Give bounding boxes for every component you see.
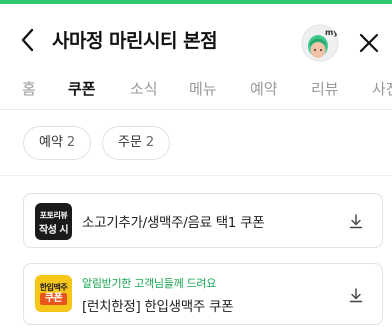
- coupon-title: [런치한정] 한입생맥주 쿠폰: [82, 299, 234, 315]
- header: 사마정 마린시티 본점 my: [0, 4, 392, 70]
- filter-chip-label: 주문: [118, 135, 142, 150]
- coupon-thumbnail: 포토리뷰 작성 시: [35, 203, 72, 240]
- tab-reservation[interactable]: 예약: [250, 78, 278, 99]
- tab-photo[interactable]: 사진: [372, 78, 392, 99]
- coupon-card[interactable]: 포토리뷰 작성 시 소고기추가/생맥주/음료 택1 쿠폰: [23, 193, 383, 248]
- coupon-thumbnail-text: 쿠폰: [40, 293, 67, 305]
- avatar[interactable]: my: [301, 24, 339, 62]
- tab-coupon[interactable]: 쿠폰: [68, 78, 96, 99]
- coupon-thumbnail: 한입맥주 쿠폰: [35, 275, 72, 312]
- coupon-subtitle: 알림받기한 고객님들께 드려요: [82, 277, 217, 290]
- coupon-card[interactable]: 한입맥주 쿠폰 알림받기한 고객님들께 드려요 [런치한정] 한입생맥주 쿠폰: [23, 263, 383, 325]
- filter-chip-count: 2: [145, 135, 155, 150]
- tab-news[interactable]: 소식: [130, 78, 158, 99]
- coupon-title: 소고기추가/생맥주/음료 택1 쿠폰: [82, 215, 265, 231]
- filter-chip-order[interactable]: 주문 2: [102, 126, 171, 160]
- page-title: 사마정 마린시티 본점: [52, 30, 218, 52]
- tab-review[interactable]: 리뷰: [311, 78, 339, 99]
- filter-chip-reservation[interactable]: 예약 2: [23, 126, 92, 160]
- coupon-thumbnail-text: 한입맥주: [39, 283, 68, 292]
- tab-menu[interactable]: 메뉴: [189, 78, 217, 99]
- coupon-thumbnail-text: 포토리뷰: [39, 211, 68, 220]
- coupon-thumbnail-text: 작성 시: [38, 225, 69, 236]
- filter-chip-count: 2: [66, 135, 76, 150]
- download-icon[interactable]: [348, 213, 364, 229]
- filter-chips: 예약 2 주문 2: [0, 126, 392, 162]
- divider: [0, 175, 392, 176]
- filter-chip-label: 예약: [39, 135, 63, 150]
- tab-bar: 홈 쿠폰 소식 메뉴 예약 리뷰 사진: [0, 70, 392, 110]
- close-icon[interactable]: [356, 30, 382, 56]
- tab-home[interactable]: 홈: [22, 78, 36, 99]
- chevron-left-icon[interactable]: [16, 26, 40, 54]
- download-icon[interactable]: [348, 287, 364, 303]
- avatar-label: my: [325, 28, 339, 37]
